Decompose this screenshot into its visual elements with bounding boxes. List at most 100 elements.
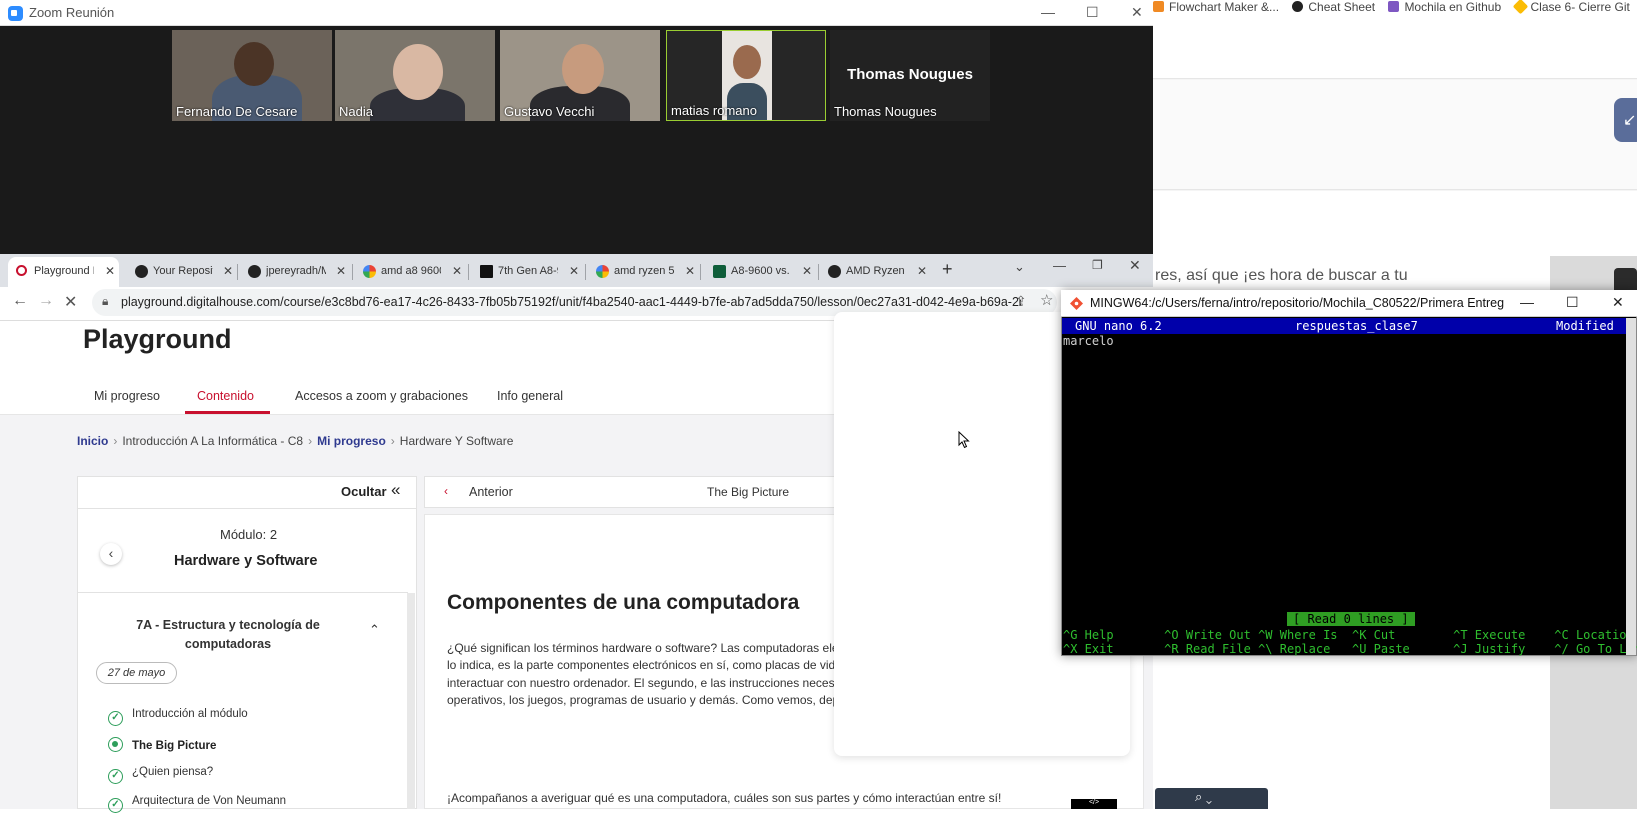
tab-amd-ryzen-5[interactable]: amd ryzen 5 ✕ (588, 257, 699, 287)
close-tab-icon[interactable]: ✕ (223, 264, 233, 278)
tab-separator (468, 264, 469, 280)
participant-name: Thomas Nougues (834, 104, 937, 119)
close-tab-icon[interactable]: ✕ (917, 264, 927, 278)
stop-loading-icon[interactable]: ✕ (64, 292, 77, 312)
tab-label: AMD Ryzen 5 (846, 265, 906, 277)
participant-tile[interactable]: Thomas Nougues Thomas Nougues (830, 30, 990, 121)
close-icon[interactable]: ✕ (1131, 4, 1143, 21)
bookmark-mochila[interactable]: Mochila en Github (1388, 0, 1501, 14)
close-tab-icon[interactable]: ✕ (105, 264, 115, 278)
bookmark-clase6[interactable]: Clase 6- Cierre Git (1512, 0, 1630, 14)
minimize-icon[interactable]: — (1053, 258, 1066, 273)
tab-7th-gen[interactable]: 7th Gen A8-9 ✕ (472, 257, 583, 287)
share-icon[interactable]: ⇪ (1015, 293, 1027, 310)
lock-icon[interactable]: 🔒︎ (102, 294, 108, 309)
chevron-left-icon[interactable]: ‹ (100, 543, 122, 565)
back-icon[interactable]: ← (12, 292, 28, 310)
nav-contenido[interactable]: Contenido (197, 389, 254, 403)
maximize-icon[interactable]: ☐ (1086, 4, 1099, 21)
tab-amd-a8-9600[interactable]: amd a8 9600 ✕ (355, 257, 466, 287)
close-tab-icon[interactable]: ✕ (452, 264, 462, 278)
close-icon[interactable]: ✕ (1612, 294, 1624, 311)
article-paragraph: ¡Acompañanos a averiguar qué es una comp… (447, 791, 1002, 805)
lesson-item[interactable]: ✓ Arquitectura de Von Neumann (108, 795, 286, 813)
breadcrumb: Inicio › Introducción A La Informática - C… (77, 434, 513, 448)
site-brand[interactable]: Playground (83, 324, 232, 355)
background-bottom-bar[interactable]: ⌕ ⌄ (1155, 788, 1268, 809)
nav-accesos-zoom[interactable]: Accesos a zoom y grabaciones (295, 389, 468, 403)
code-badge[interactable]: </> (1071, 799, 1117, 809)
tab-label: amd ryzen 5 (614, 265, 674, 277)
terminal-scrollbar[interactable] (1626, 318, 1636, 655)
background-bookmarks-bar: Flowchart Maker &... Cheat Sheet Mochila… (1153, 0, 1637, 14)
lesson-label: ¿Quien piensa? (132, 766, 214, 778)
participant-tile[interactable]: Gustavo Vecchi (500, 30, 660, 121)
check-icon: ✓ (108, 798, 123, 813)
nav-mi-progreso[interactable]: Mi progreso (94, 389, 160, 403)
participant-name: Gustavo Vecchi (504, 104, 595, 119)
drive-icon (1512, 0, 1528, 14)
module-number: Módulo: 2 (220, 527, 278, 542)
tab-jpereyradh[interactable]: jpereyradh/M ✕ (240, 257, 350, 287)
lesson-item[interactable]: ✓ ¿Quien piensa? (108, 766, 213, 784)
chevron-up-icon[interactable]: ⌃ (369, 622, 380, 638)
minimize-icon[interactable]: — (1041, 4, 1055, 20)
flowchart-icon (1153, 1, 1164, 12)
bookmark-star-icon[interactable]: ☆ (1040, 291, 1053, 309)
unit-title[interactable]: 7A - Estructura y tecnología de computad… (118, 616, 338, 654)
close-icon[interactable]: ✕ (1129, 257, 1141, 274)
tab-amd-ryzen-5-vs[interactable]: AMD Ryzen 5 ✕ (820, 257, 931, 287)
divider (78, 592, 408, 593)
participant-tile[interactable]: matias romano (666, 30, 826, 121)
nav-info-general[interactable]: Info general (497, 389, 563, 403)
tab-playground[interactable]: Playground D ✕ (8, 257, 119, 287)
maximize-icon[interactable]: ☐ (1566, 294, 1579, 311)
breadcrumb-inicio[interactable]: Inicio (77, 434, 108, 448)
sidebar-scrollbar[interactable] (407, 593, 415, 809)
forms-icon (1388, 1, 1400, 12)
breadcrumb-current: Hardware Y Software (399, 434, 514, 448)
participant-tile[interactable]: Nadia (335, 30, 495, 121)
zoom-window-title: Zoom Reunión (29, 5, 115, 20)
previous-lesson-button[interactable]: Anterior (469, 485, 513, 499)
close-tab-icon[interactable]: ✕ (336, 264, 346, 278)
tab-search-icon[interactable]: ⌄ (1014, 259, 1025, 275)
close-tab-icon[interactable]: ✕ (685, 264, 695, 278)
minimize-icon[interactable]: — (1520, 294, 1534, 310)
arrow-icon: ↙ (1623, 112, 1637, 129)
tab-separator (585, 264, 586, 280)
bookmark-flowchart[interactable]: Flowchart Maker &... (1153, 0, 1279, 14)
participant-photo (733, 45, 761, 79)
date-badge: 27 de mayo (96, 662, 177, 684)
tab-label: amd a8 9600 (381, 265, 441, 277)
chevron-left-icon[interactable]: ‹ (444, 484, 448, 498)
participant-tile[interactable]: Fernando De Cesare (172, 30, 332, 121)
current-lesson-icon (108, 737, 123, 752)
background-floating-button[interactable]: ↙ (1614, 98, 1637, 142)
bookmark-cheat-sheet[interactable]: Cheat Sheet (1292, 0, 1375, 14)
versus-icon (828, 265, 841, 278)
lesson-item-current[interactable]: The Big Picture (108, 737, 216, 752)
module-title: Hardware y Software (174, 553, 318, 569)
double-chevron-left-icon[interactable]: « (391, 480, 400, 500)
lesson-label: Arquitectura de Von Neumann (132, 795, 287, 807)
tab-separator (237, 264, 238, 280)
breadcrumb-mi-progreso[interactable]: Mi progreso (317, 434, 386, 448)
close-tab-icon[interactable]: ✕ (802, 264, 812, 278)
nano-editor-text[interactable]: marcelo (1063, 334, 1114, 348)
restore-icon[interactable]: ❐ (1092, 258, 1103, 272)
hide-sidebar-button[interactable]: Ocultar (341, 484, 387, 499)
lesson-item[interactable]: ✓ Introducción al módulo (108, 708, 248, 726)
new-tab-icon[interactable]: + (942, 259, 953, 280)
compare-site-icon (713, 265, 726, 278)
participant-display-name: Thomas Nougues (847, 66, 973, 83)
lesson-label: The Big Picture (132, 740, 217, 752)
search-icon: ⌕ ⌄ (1195, 789, 1213, 804)
close-tab-icon[interactable]: ✕ (569, 264, 579, 278)
nano-filename: respuestas_clase7 (1295, 319, 1418, 333)
github-icon (248, 265, 261, 278)
tab-a8-vs-r[interactable]: A8-9600 vs. R ✕ (705, 257, 816, 287)
tab-your-repositories[interactable]: Your Reposit ✕ (127, 257, 237, 287)
forward-icon[interactable]: → (38, 292, 54, 310)
url-text[interactable]: playground.digitalhouse.com/course/e3c8b… (121, 295, 1021, 309)
